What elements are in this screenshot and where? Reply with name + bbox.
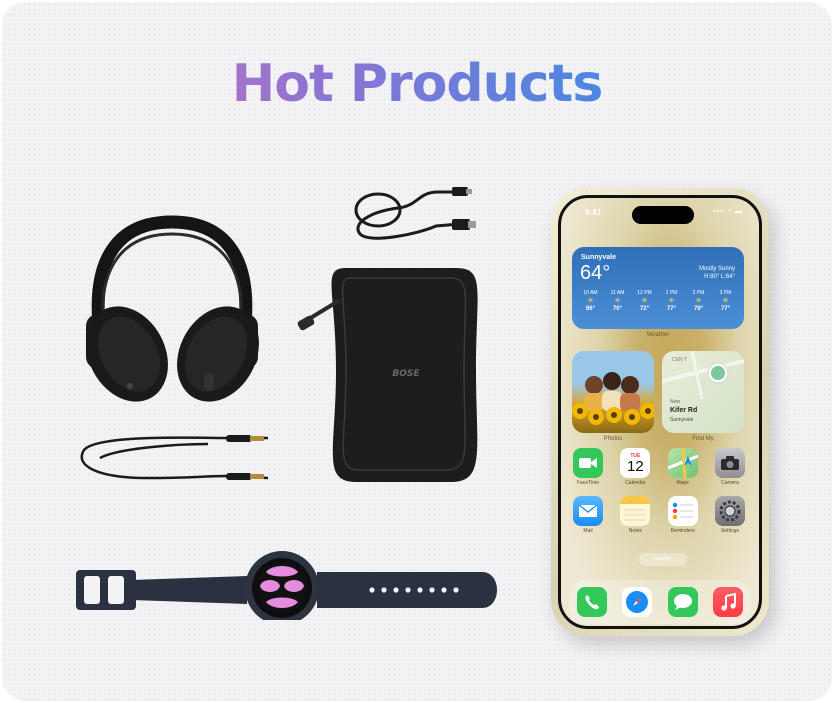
weather-high-low: H:80° L:64° bbox=[704, 274, 735, 280]
app-label: Maps bbox=[676, 480, 689, 486]
weather-widget[interactable]: Sunnyvale 64° Mostly Sunny H:80° L:64° 1… bbox=[572, 247, 744, 329]
weather-city: Sunnyvale bbox=[581, 254, 617, 261]
dynamic-island bbox=[632, 206, 694, 224]
usb-cable-icon bbox=[354, 187, 476, 240]
sun-icon: ☀ bbox=[586, 296, 595, 305]
findmy-street: Kifer Rd bbox=[670, 407, 698, 414]
app-grid: FaceTime TUE 12 Calendar Maps Camera Mai… bbox=[572, 448, 746, 544]
notes-icon bbox=[620, 496, 651, 526]
camera-icon bbox=[714, 448, 745, 478]
phone-screen: 9:41 ▪▪▪ ◔ ▬ Sunnyvale 64° Mostly Sunny … bbox=[558, 195, 762, 629]
app-label: Reminders bbox=[670, 528, 695, 534]
status-icons: ▪▪▪ ◔ ▬ bbox=[713, 208, 743, 215]
app-camera[interactable]: Camera bbox=[714, 448, 746, 487]
product-card: Hot Products BOSE 9:41 ▪▪▪ ◔ ▬ Sunnyvale… bbox=[2, 2, 832, 701]
app-row: Mail Notes Reminders Settings bbox=[572, 496, 746, 535]
app-maps[interactable]: Maps bbox=[667, 448, 699, 487]
weather-temp: 64° bbox=[580, 262, 611, 284]
app-calendar[interactable]: TUE 12 Calendar bbox=[619, 448, 651, 487]
weather-hour: 10 AM ☀ 66° bbox=[577, 289, 604, 313]
mail-icon bbox=[573, 496, 603, 526]
app-label: Camera bbox=[721, 480, 739, 486]
maps-icon bbox=[667, 448, 698, 478]
status-time: 9:41 bbox=[585, 208, 602, 217]
app-facetime[interactable]: FaceTime bbox=[572, 448, 604, 487]
photos-widget[interactable] bbox=[572, 351, 654, 433]
settings-icon bbox=[714, 496, 745, 526]
photos-widget-label: Photos bbox=[603, 436, 623, 442]
smartwatch-image[interactable] bbox=[72, 550, 502, 620]
dock bbox=[569, 580, 751, 624]
findmy-widget[interactable]: CEN T Now Kifer Rd Sunnyvale bbox=[662, 351, 744, 433]
status-bar: 9:41 ▪▪▪ ◔ ▬ bbox=[561, 206, 759, 224]
map-label: CEN T bbox=[672, 357, 687, 363]
smartwatch-icon bbox=[76, 551, 497, 620]
facetime-icon bbox=[573, 448, 603, 478]
headphones-image[interactable] bbox=[82, 214, 262, 409]
sun-icon: ☀ bbox=[694, 296, 703, 305]
map-icon: CEN T bbox=[662, 351, 744, 399]
sun-icon: ☀ bbox=[640, 296, 649, 305]
usb-cable-image[interactable] bbox=[348, 184, 478, 244]
carrying-case-image[interactable]: BOSE bbox=[296, 260, 496, 488]
calendar-icon: TUE 12 bbox=[620, 448, 651, 478]
app-label: Calendar bbox=[625, 480, 646, 486]
findmy-city: Sunnyvale bbox=[670, 417, 694, 423]
weather-hours: 10 AM ☀ 66° 11 AM ☀ 70° 12 PM ☀ 72° 1 PM ☀ 77° 2… bbox=[577, 289, 739, 313]
findmy-now: Now bbox=[670, 399, 681, 405]
weather-widget-label: Weather bbox=[646, 332, 670, 338]
iphone-image[interactable]: 9:41 ▪▪▪ ◔ ▬ Sunnyvale 64° Mostly Sunny … bbox=[551, 188, 769, 636]
weather-hour: 2 PM ☀ 79° bbox=[685, 289, 712, 313]
findmy-widget-label: Find My bbox=[692, 436, 714, 442]
app-label: FaceTime bbox=[576, 480, 600, 486]
sun-icon: ☀ bbox=[721, 296, 730, 305]
music-icon[interactable] bbox=[713, 587, 744, 617]
audio-cable-image[interactable] bbox=[78, 430, 278, 490]
weather-hour: 1 PM ☀ 77° bbox=[658, 289, 685, 313]
photo-sunflowers-icon bbox=[572, 372, 654, 425]
search-pill[interactable]: Search bbox=[639, 553, 687, 566]
weather-condition: Mostly Sunny bbox=[698, 266, 735, 272]
headphones-icon bbox=[86, 215, 259, 402]
app-label: Mail bbox=[583, 528, 593, 534]
carrying-case-icon: BOSE bbox=[297, 268, 478, 482]
app-notes[interactable]: Notes bbox=[619, 496, 651, 535]
phone-icon[interactable] bbox=[576, 587, 607, 617]
sun-icon: ☀ bbox=[613, 296, 622, 305]
weather-hour: 12 PM ☀ 72° bbox=[631, 289, 658, 313]
weather-hour: 3 PM ☀ 77° bbox=[712, 289, 739, 313]
app-settings[interactable]: Settings bbox=[714, 496, 746, 535]
sun-icon: ☀ bbox=[667, 296, 676, 305]
safari-icon[interactable] bbox=[622, 587, 653, 617]
audio-cable-icon bbox=[80, 435, 269, 480]
case-brand-label: BOSE bbox=[392, 369, 420, 379]
app-mail[interactable]: Mail bbox=[572, 496, 604, 535]
app-label: Settings bbox=[720, 528, 740, 534]
weather-hour: 11 AM ☀ 70° bbox=[604, 289, 631, 313]
app-reminders[interactable]: Reminders bbox=[667, 496, 699, 535]
page-title: Hot Products bbox=[2, 54, 832, 114]
app-row: FaceTime TUE 12 Calendar Maps Camera bbox=[572, 448, 746, 487]
reminders-icon bbox=[667, 496, 698, 526]
messages-icon[interactable] bbox=[667, 587, 698, 617]
app-label: Notes bbox=[628, 528, 642, 534]
